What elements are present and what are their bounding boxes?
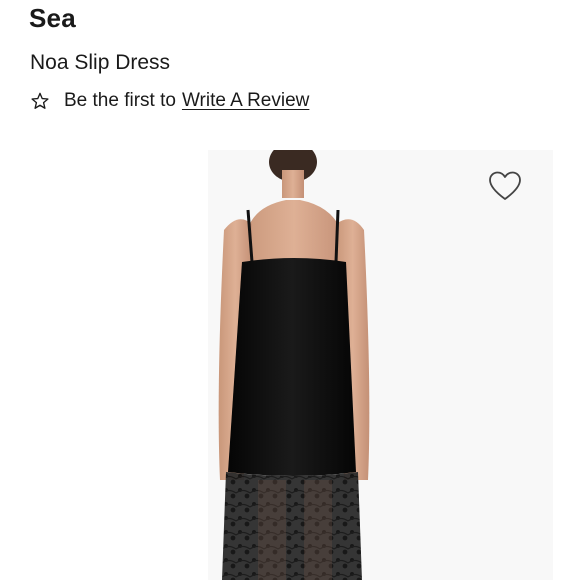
review-prompt: Be the first to Write A Review (30, 88, 309, 114)
star-outline-icon (31, 92, 49, 109)
brand-name[interactable]: Sea (29, 2, 76, 34)
write-review-link[interactable]: Write A Review (182, 88, 309, 114)
product-image[interactable] (208, 150, 553, 580)
heart-outline-icon[interactable] (487, 170, 523, 202)
dress-photo (218, 150, 370, 580)
product-page: Sea Noa Slip Dress Be the first to Write… (0, 0, 580, 580)
review-prompt-text: Be the first to (64, 90, 176, 111)
product-title: Noa Slip Dress (30, 51, 171, 74)
